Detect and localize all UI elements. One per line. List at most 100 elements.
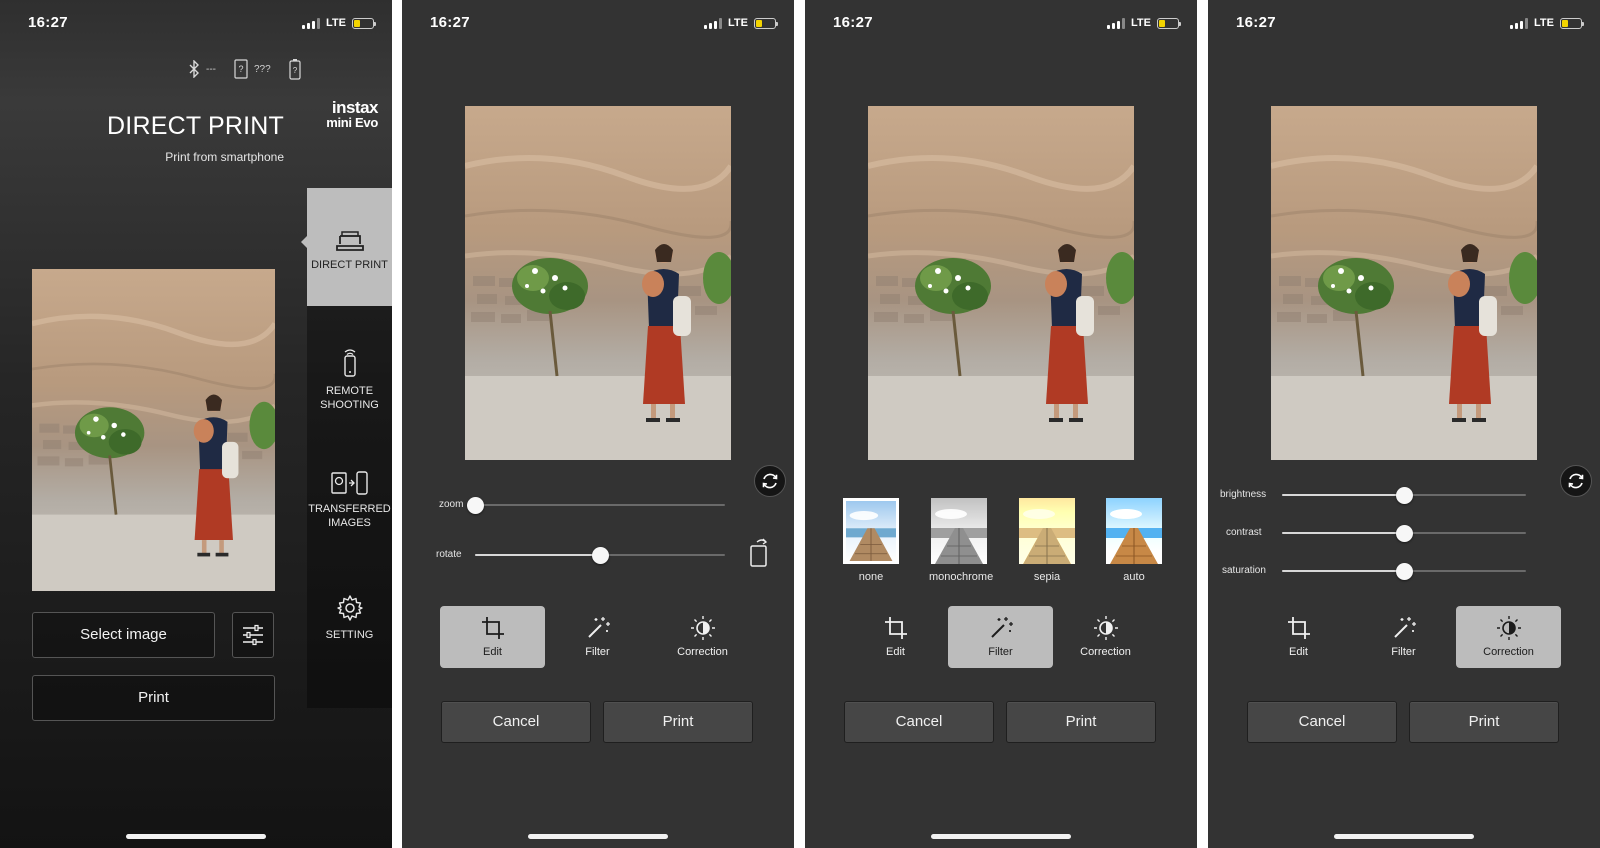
printer-device-icon: ? bbox=[234, 59, 248, 79]
filter-monochrome[interactable]: monochrome bbox=[929, 498, 993, 583]
home-indicator bbox=[126, 834, 266, 839]
edit-toolbar: Edit Filter Correction bbox=[440, 606, 756, 668]
flip-rotate-button[interactable] bbox=[746, 536, 772, 573]
rotate-orientation-button[interactable] bbox=[754, 465, 786, 497]
correction-screen: 16:27 LTE brightness contrast saturation bbox=[1208, 0, 1600, 848]
cancel-button[interactable]: Cancel bbox=[844, 701, 994, 743]
refresh-icon bbox=[762, 473, 778, 489]
edit-screen: 16:27 LTE zoom rotate Edit Filter Correc… bbox=[402, 0, 794, 848]
battery-icon bbox=[1560, 17, 1584, 29]
filter-auto[interactable]: auto bbox=[1104, 498, 1164, 583]
page-subtitle: Print from smartphone bbox=[165, 150, 284, 164]
direct-print-screen: 16:27 LTE --- ? ??? ? DIRECT PRINT Print… bbox=[0, 0, 392, 848]
tab-filter[interactable]: Filter bbox=[545, 606, 650, 668]
edit-toolbar: Edit Filter Correction bbox=[1246, 606, 1562, 668]
brightness-slider-knob[interactable] bbox=[1396, 487, 1413, 504]
zoom-slider-knob[interactable] bbox=[467, 497, 484, 514]
preview-photo bbox=[32, 269, 275, 591]
brightness-icon bbox=[1496, 616, 1521, 640]
network-label: LTE bbox=[1534, 17, 1554, 29]
gear-icon bbox=[336, 595, 363, 621]
tab-correction[interactable]: Correction bbox=[650, 606, 755, 668]
saturation-slider[interactable]: saturation bbox=[1208, 561, 1600, 581]
edit-photo bbox=[465, 106, 731, 460]
print-button[interactable]: Print bbox=[32, 675, 275, 721]
signal-icon bbox=[704, 17, 723, 29]
tab-filter[interactable]: Filter bbox=[948, 606, 1053, 668]
status-bar: 16:27 LTE bbox=[1208, 14, 1600, 34]
signal-icon bbox=[1107, 17, 1126, 29]
cancel-button[interactable]: Cancel bbox=[441, 701, 591, 743]
tab-edit[interactable]: Edit bbox=[843, 606, 948, 668]
bluetooth-icon bbox=[189, 60, 199, 78]
battery-icon bbox=[754, 17, 778, 29]
crop-icon bbox=[884, 617, 907, 639]
select-image-button[interactable]: Select image bbox=[32, 612, 215, 658]
tab-correction[interactable]: Correction bbox=[1456, 606, 1561, 668]
bluetooth-status: --- bbox=[206, 63, 216, 75]
signal-icon bbox=[302, 17, 321, 29]
magic-wand-icon bbox=[990, 617, 1013, 638]
network-label: LTE bbox=[728, 17, 748, 29]
filter-list: none monochrome sepia auto bbox=[841, 498, 1171, 590]
tab-correction[interactable]: Correction bbox=[1053, 606, 1158, 668]
crop-icon bbox=[481, 617, 504, 639]
status-time: 16:27 bbox=[833, 14, 873, 31]
remote-phone-icon bbox=[343, 349, 356, 377]
menu-item-setting[interactable]: SETTING bbox=[307, 594, 392, 642]
tab-edit[interactable]: Edit bbox=[1246, 606, 1351, 668]
printer-icon bbox=[335, 231, 364, 251]
edit-photo bbox=[868, 106, 1134, 460]
rotate-slider-knob[interactable] bbox=[592, 547, 609, 564]
crop-icon bbox=[1287, 617, 1310, 639]
menu-item-direct-print[interactable]: DIRECT PRINT bbox=[301, 188, 392, 306]
svg-text:?: ? bbox=[292, 66, 297, 75]
tab-filter[interactable]: Filter bbox=[1351, 606, 1456, 668]
home-indicator bbox=[931, 834, 1071, 839]
status-bar: 16:27 LTE bbox=[0, 14, 392, 34]
rotate-slider[interactable]: rotate bbox=[402, 545, 794, 565]
contrast-slider[interactable]: contrast bbox=[1208, 523, 1600, 543]
signal-icon bbox=[1510, 17, 1529, 29]
status-time: 16:27 bbox=[430, 14, 470, 31]
svg-text:?: ? bbox=[238, 64, 243, 74]
status-time: 16:27 bbox=[1236, 14, 1276, 31]
filter-screen: 16:27 LTE none monochrome sepia auto Edi… bbox=[805, 0, 1197, 848]
magic-wand-icon bbox=[1393, 617, 1416, 638]
contrast-slider-knob[interactable] bbox=[1396, 525, 1413, 542]
side-menu: DIRECT PRINT REMOTE SHOOTING TRANSFERRED… bbox=[301, 188, 392, 708]
device-battery-icon: ? bbox=[289, 59, 301, 80]
brightness-icon bbox=[690, 616, 715, 640]
status-time: 16:27 bbox=[28, 14, 68, 31]
print-button[interactable]: Print bbox=[603, 701, 753, 743]
rotate-phone-icon bbox=[750, 538, 768, 567]
brightness-icon bbox=[1093, 616, 1118, 640]
home-indicator bbox=[528, 834, 668, 839]
device-status: ??? bbox=[254, 63, 271, 75]
status-bar: 16:27 LTE bbox=[805, 14, 1197, 34]
tab-edit[interactable]: Edit bbox=[440, 606, 545, 668]
home-indicator bbox=[1334, 834, 1474, 839]
print-button[interactable]: Print bbox=[1006, 701, 1156, 743]
menu-item-transferred-images[interactable]: TRANSFERRED IMAGES bbox=[307, 470, 392, 530]
battery-icon bbox=[352, 17, 376, 29]
magic-wand-icon bbox=[587, 617, 610, 638]
brand-logo: instax mini Evo bbox=[326, 98, 378, 130]
zoom-slider[interactable]: zoom bbox=[402, 495, 794, 515]
brightness-slider[interactable]: brightness bbox=[1208, 485, 1600, 505]
status-bar: 16:27 LTE bbox=[402, 14, 794, 34]
connection-status: --- ? ??? ? bbox=[188, 58, 301, 80]
saturation-slider-knob[interactable] bbox=[1396, 563, 1413, 580]
filter-sepia[interactable]: sepia bbox=[1017, 498, 1077, 583]
network-label: LTE bbox=[326, 17, 346, 29]
transfer-icon bbox=[330, 471, 368, 495]
page-title: DIRECT PRINT bbox=[107, 112, 284, 140]
filter-none[interactable]: none bbox=[841, 498, 901, 583]
cancel-button[interactable]: Cancel bbox=[1247, 701, 1397, 743]
network-label: LTE bbox=[1131, 17, 1151, 29]
adjust-settings-button[interactable] bbox=[232, 612, 274, 658]
print-button[interactable]: Print bbox=[1409, 701, 1559, 743]
edit-photo bbox=[1271, 106, 1537, 460]
menu-item-remote-shooting[interactable]: REMOTE SHOOTING bbox=[307, 346, 392, 412]
sliders-icon bbox=[243, 624, 263, 646]
